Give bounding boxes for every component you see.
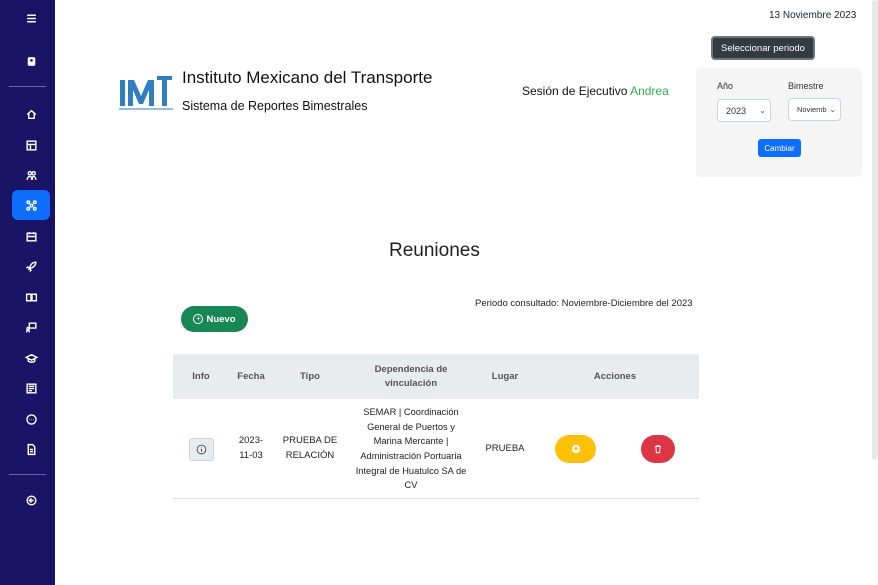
column-header-acciones: Acciones (593, 370, 637, 382)
year-label: Año (717, 81, 734, 91)
upload-cell (555, 399, 596, 499)
new-button-label: Nuevo (206, 313, 236, 325)
year-select[interactable]: 2023 ⌄ (717, 99, 771, 122)
sidebar-divider (9, 86, 46, 87)
home-icon[interactable] (12, 99, 50, 129)
newspaper-icon[interactable] (12, 373, 50, 403)
place-cell: PRUEBA (485, 442, 525, 454)
upload-button[interactable] (555, 435, 596, 463)
date-cell: 2023-11-03 (238, 435, 264, 461)
rocket-icon[interactable] (12, 251, 50, 281)
scrollbar[interactable] (872, 0, 878, 460)
period-selector-card: Año Bimestre 2023 ⌄ Noviembre-Diciembre … (696, 68, 862, 177)
column-header-lugar: Lugar (491, 370, 519, 382)
users-icon[interactable] (12, 160, 50, 190)
info-button[interactable] (188, 437, 214, 461)
info-cell (173, 399, 229, 499)
column-header-info: Info (192, 370, 210, 382)
column-header-dependencia: Dependencia de vinculación (374, 363, 448, 389)
graduation-cap-icon[interactable] (12, 343, 50, 373)
delete-cell (641, 399, 675, 499)
group-icon[interactable] (12, 221, 50, 251)
badge-icon[interactable] (12, 46, 50, 76)
select-period-button[interactable]: Seleccionar periodo (711, 36, 815, 60)
page-title: Reuniones (389, 240, 480, 261)
system-name: Sistema de Reportes Bimestrales (182, 99, 368, 113)
column-header-fecha: Fecha (237, 370, 265, 382)
document-icon[interactable] (12, 434, 50, 464)
period-consulted: Periodo consultado: Noviembre-Diciembre … (475, 298, 693, 309)
chevron-down-icon: ⌄ (829, 105, 836, 114)
report-icon[interactable] (12, 130, 50, 160)
column-header-tipo: Tipo (300, 370, 320, 382)
book-icon[interactable] (12, 282, 50, 312)
more-icon[interactable] (12, 404, 50, 434)
info-circle-icon (196, 444, 206, 454)
dependency-cell: SEMAR | Coordinación General de Puertos … (355, 407, 467, 491)
presentation-icon[interactable] (12, 312, 50, 342)
type-cell: PRUEBA DE RELACIÓN (282, 435, 338, 461)
plus-circle-icon: + (193, 314, 204, 324)
session-info: Sesión de Ejecutivo Andrea (522, 84, 669, 98)
upload-icon (571, 444, 580, 454)
bimester-select-value: Noviembre-Diciembre (797, 105, 827, 114)
table-header: Info Fecha Tipo Dependencia de vinculaci… (173, 354, 699, 399)
bimester-select[interactable]: Noviembre-Diciembre ⌄ (788, 98, 841, 121)
year-select-value: 2023 (726, 105, 747, 116)
table-row: 2023-11-03 PRUEBA DE RELACIÓN SEMAR | Co… (173, 399, 699, 499)
session-prefix: Sesión de Ejecutivo (522, 84, 631, 98)
imt-logo (119, 76, 173, 110)
delete-button[interactable] (641, 435, 675, 463)
sidebar (0, 0, 55, 585)
chevron-down-icon: ⌄ (759, 106, 766, 115)
logout-icon[interactable] (12, 485, 50, 515)
current-date: 13 Noviembre 2023 (769, 10, 857, 21)
sidebar-divider (9, 474, 46, 475)
org-name: Instituto Mexicano del Transporte (182, 68, 433, 87)
menu-icon[interactable] (12, 3, 50, 33)
change-period-button[interactable]: Cambiar (758, 139, 801, 157)
trash-icon (655, 445, 661, 454)
network-icon[interactable] (12, 190, 50, 220)
bimester-label: Bimestre (788, 81, 824, 91)
session-user: Andrea (630, 84, 669, 98)
new-meeting-button[interactable]: + Nuevo (181, 306, 248, 332)
